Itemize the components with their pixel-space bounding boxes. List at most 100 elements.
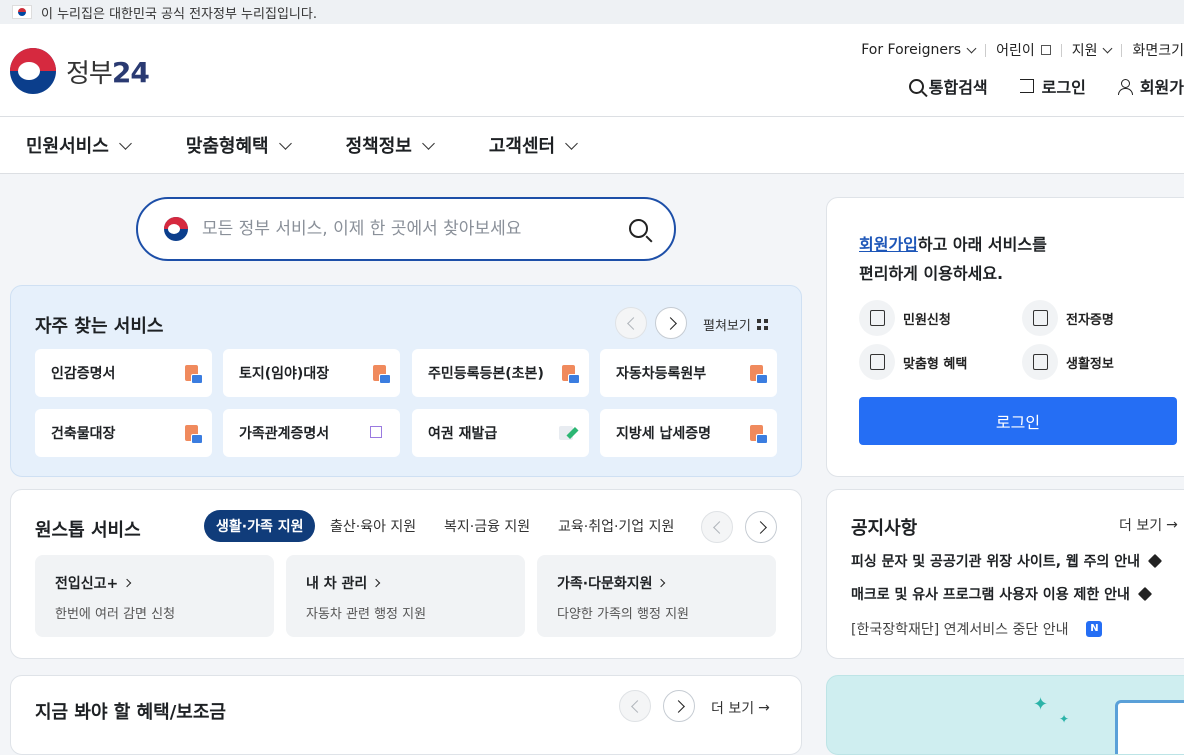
card-description: 자동차 관련 행정 지원 <box>306 607 427 622</box>
external-link-icon <box>1040 45 1051 55</box>
integrated-search-button[interactable]: 통합검색 <box>908 74 988 98</box>
for-foreigners-menu[interactable]: For Foreigners <box>861 42 977 58</box>
onestop-services-panel: 원스톱 서비스 생활·가족 지원 출산·육아 지원 복지·금융 지원 교육·취업… <box>10 489 802 659</box>
government-emblem-icon <box>10 48 56 94</box>
service-label: 주민등록등본(초본) <box>428 366 544 382</box>
feature-life-info: 생활정보 <box>1022 344 1114 380</box>
gift-icon <box>859 344 895 380</box>
arrow-right-icon: → <box>1166 517 1178 533</box>
feature-label: 민원신청 <box>903 312 951 328</box>
mail-icon <box>859 300 895 336</box>
notice-label: 피싱 문자 및 공공기관 위장 사이트, 웹 주의 안내 <box>851 554 1141 570</box>
card-description: 한번에 여러 감면 신청 <box>55 607 176 622</box>
benefits-more-link[interactable]: 더 보기 → <box>711 698 770 718</box>
gnb-label: 민원서비스 <box>26 136 109 157</box>
feature-label: 생활정보 <box>1066 356 1114 372</box>
gnb-label: 정책정보 <box>345 136 412 157</box>
logo-number: 24 <box>111 55 150 89</box>
feature-custom-benefit: 맞춤형 혜택 <box>859 344 967 380</box>
clipboard-icon <box>1115 700 1184 754</box>
grid-icon <box>756 319 768 330</box>
utility-nav: For Foreigners 어린이 지원 화면크기 <box>861 40 1184 60</box>
signup-link[interactable]: 회원가 <box>1117 74 1184 98</box>
screen-size-menu[interactable]: 화면크기 <box>1132 40 1184 60</box>
tab-education-employment[interactable]: 교육·취업·기업 지원 <box>558 510 674 542</box>
service-item[interactable]: 여권 재발급 <box>412 409 589 457</box>
gnb-civil-service[interactable]: 민원서비스 <box>26 132 132 158</box>
kids-label: 어린이 <box>996 43 1035 59</box>
site-logo[interactable]: 정부24 <box>10 48 150 94</box>
card-title: 전입신고+ <box>55 576 119 592</box>
pdf-icon <box>562 365 580 384</box>
service-item[interactable]: 주민등록등본(초본) <box>412 349 589 397</box>
onestop-prev-button[interactable] <box>701 511 733 543</box>
integrated-search-label: 통합검색 <box>928 78 988 97</box>
document-icon <box>1022 300 1058 336</box>
notice-item[interactable]: 피싱 문자 및 공공기관 위장 사이트, 웹 주의 안내 <box>851 551 1163 571</box>
onestop-title: 원스톱 서비스 <box>35 520 141 541</box>
service-item[interactable]: 지방세 납세증명 <box>600 409 777 457</box>
frequent-prev-button[interactable] <box>615 307 647 339</box>
login-link[interactable]: 로그인 <box>1019 74 1086 98</box>
feature-e-certificate: 전자증명 <box>1022 300 1114 336</box>
gnb-policy-info[interactable]: 정책정보 <box>345 132 435 158</box>
chevron-down-icon <box>118 136 132 150</box>
service-item[interactable]: 인감증명서 <box>35 349 212 397</box>
service-label: 건축물대장 <box>51 426 116 442</box>
benefits-prev-button[interactable] <box>619 690 651 722</box>
chevron-down-icon <box>565 136 578 150</box>
benefits-next-button[interactable] <box>663 690 695 722</box>
service-label: 토지(임야)대장 <box>239 366 330 382</box>
card-description: 다양한 가족의 행정 지원 <box>557 607 689 622</box>
service-label: 인감증명서 <box>51 366 116 382</box>
main-search-input[interactable] <box>202 219 612 239</box>
service-item[interactable]: 토지(임야)대장 <box>223 349 400 397</box>
service-item[interactable]: 자동차등록원부 <box>600 349 777 397</box>
member-panel: 회원가입하고 아래 서비스를 편리하게 이용하세요. 민원신청 전자증명 맞춤형… <box>826 197 1184 477</box>
service-item[interactable]: 가족관계증명서 <box>223 409 400 457</box>
main-nav: 민원서비스 맞춤형혜택 정책정보 고객센터 <box>0 117 1184 174</box>
card-title: 내 차 관리 <box>306 576 368 592</box>
kids-link[interactable]: 어린이 <box>996 40 1051 60</box>
notice-panel: 공지사항 더 보기 → 피싱 문자 및 공공기관 위장 사이트, 웹 주의 안내 … <box>826 489 1184 659</box>
sparkle-icon: ✦ <box>1033 694 1049 715</box>
notice-item[interactable]: 매크로 및 유사 프로그램 사용자 이용 제한 안내 <box>851 584 1152 604</box>
support-label: 지원 <box>1071 43 1098 59</box>
chevron-down-icon <box>1103 43 1113 53</box>
promo-banner[interactable]: ✦ ✦ <box>826 675 1184 755</box>
service-label: 가족관계증명서 <box>239 426 330 442</box>
chevron-right-icon <box>657 578 666 588</box>
tab-welfare-finance[interactable]: 복지·금융 지원 <box>444 510 530 542</box>
card-title: 가족·다문화지원 <box>557 576 653 592</box>
onestop-card[interactable]: 내 차 관리 자동차 관련 행정 지원 <box>286 555 525 637</box>
login-button[interactable]: 로그인 <box>859 397 1177 445</box>
service-item[interactable]: 건축물대장 <box>35 409 212 457</box>
support-menu[interactable]: 지원 <box>1071 40 1113 60</box>
tab-birth-childcare[interactable]: 출산·육아 지원 <box>330 510 416 542</box>
signup-link[interactable]: 회원가입 <box>859 235 918 254</box>
external-link-icon <box>370 426 382 438</box>
main-search-bar <box>136 197 676 261</box>
frequent-next-button[interactable] <box>655 307 687 339</box>
pin-icon <box>1137 586 1152 602</box>
gnb-customer-center[interactable]: 고객센터 <box>488 132 578 158</box>
pdf-icon <box>185 425 203 444</box>
tab-life-family[interactable]: 생활·가족 지원 <box>204 510 316 542</box>
member-intro: 회원가입하고 아래 서비스를 편리하게 이용하세요. <box>859 230 1047 288</box>
gnb-custom-benefits[interactable]: 맞춤형혜택 <box>186 132 292 158</box>
notice-item[interactable]: [한국장학재단] 연계서비스 중단 안내 N <box>851 619 1103 639</box>
gnb-label: 고객센터 <box>488 136 556 157</box>
search-icon[interactable] <box>629 219 648 238</box>
login-label: 로그인 <box>1041 78 1086 97</box>
screen-size-label: 화면크기 <box>1132 43 1184 59</box>
onestop-card[interactable]: 가족·다문화지원 다양한 가족의 행정 지원 <box>537 555 776 637</box>
benefits-panel: 지금 봐야 할 혜택/보조금 더 보기 → <box>10 675 802 755</box>
signup-label: 회원가 <box>1139 78 1184 97</box>
onestop-card[interactable]: 전입신고+ 한번에 여러 감면 신청 <box>35 555 274 637</box>
onestop-next-button[interactable] <box>745 511 777 543</box>
new-badge: N <box>1086 621 1103 637</box>
search-icon <box>908 78 924 94</box>
expand-view-button[interactable]: 펼쳐보기 <box>703 315 768 334</box>
notice-more-link[interactable]: 더 보기 → <box>1119 515 1178 535</box>
pin-icon <box>1147 553 1163 569</box>
